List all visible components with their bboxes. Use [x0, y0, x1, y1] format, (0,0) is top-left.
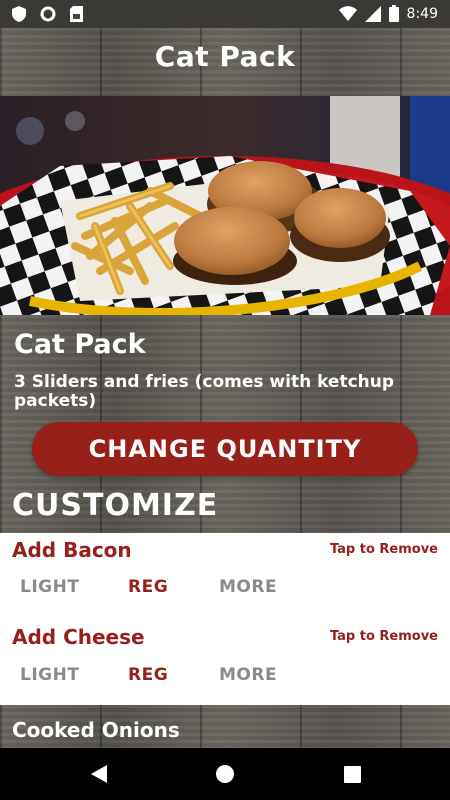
circle-icon — [40, 6, 56, 22]
recents-icon[interactable] — [340, 762, 364, 786]
shield-icon — [12, 6, 26, 22]
back-icon[interactable] — [87, 762, 111, 786]
status-bar: 8:49 — [0, 0, 450, 28]
bacon-light-option[interactable]: LIGHT — [20, 577, 79, 597]
header: Cat Pack — [0, 28, 450, 96]
remove-bacon-button[interactable]: Tap to Remove — [330, 542, 438, 557]
cooked-onions-section[interactable]: Cooked Onions — [0, 705, 450, 748]
sim-card-icon — [70, 6, 83, 22]
option-name-cheese: Add Cheese — [12, 625, 145, 649]
battery-icon — [388, 5, 399, 22]
cheese-more-option[interactable]: MORE — [219, 665, 277, 685]
remove-cheese-button[interactable]: Tap to Remove — [330, 629, 438, 644]
customize-heading: CUSTOMIZE — [12, 488, 219, 523]
signal-icon — [364, 5, 381, 22]
change-quantity-button[interactable]: CHANGE QUANTITY — [32, 422, 418, 476]
home-icon[interactable] — [213, 762, 237, 786]
page-title: Cat Pack — [154, 40, 296, 73]
status-time: 8:49 — [406, 5, 438, 22]
navigation-bar — [0, 748, 450, 800]
wifi-icon — [338, 5, 357, 21]
product-description: 3 Sliders and fries (comes with ketchup … — [14, 372, 395, 411]
section-title: Cooked Onions — [12, 718, 180, 742]
cheese-reg-option[interactable]: REG — [128, 665, 168, 685]
customize-options: Add Bacon Tap to Remove LIGHT REG MORE A… — [0, 533, 450, 705]
bacon-more-option[interactable]: MORE — [219, 577, 277, 597]
option-name-bacon: Add Bacon — [12, 538, 132, 562]
product-image — [0, 96, 450, 315]
product-info: Cat Pack 3 Sliders and fries (comes with… — [0, 315, 450, 533]
cheese-light-option[interactable]: LIGHT — [20, 665, 79, 685]
product-name: Cat Pack — [14, 329, 146, 360]
bacon-reg-option[interactable]: REG — [128, 577, 168, 597]
